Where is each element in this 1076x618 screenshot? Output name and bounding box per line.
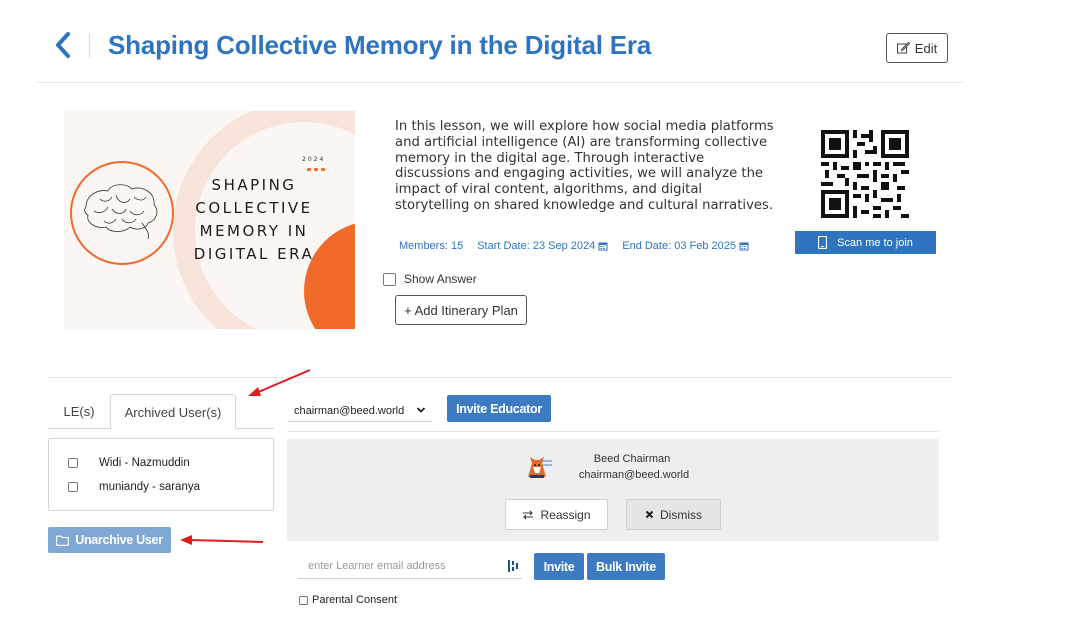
educator-select[interactable]: chairman@beed.world xyxy=(288,400,432,422)
show-answer-toggle[interactable]: Show Answer xyxy=(383,272,477,286)
contact-book-icon[interactable] xyxy=(508,560,518,572)
scan-to-join-button[interactable]: Scan me to join xyxy=(795,231,936,254)
calendar-icon xyxy=(598,242,608,251)
educator-card: Beed Chairman chairman@beed.world Reassi… xyxy=(287,439,939,541)
educator-select-value: chairman@beed.world xyxy=(294,404,405,417)
folder-icon xyxy=(56,535,70,546)
list-item[interactable]: muniandy - saranya xyxy=(68,481,200,493)
bulk-invite-button[interactable]: Bulk Invite xyxy=(587,553,665,580)
user-name: Widi - Nazmuddin xyxy=(99,457,190,469)
avatar xyxy=(528,457,554,478)
lesson-meta: Members: 15 Start Date: 23 Sep 2024 End … xyxy=(399,240,763,252)
cover-line: SHAPING xyxy=(211,176,297,194)
close-icon xyxy=(645,510,654,519)
chevron-down-icon xyxy=(416,407,426,413)
calendar-icon xyxy=(739,242,749,251)
learner-email-placeholder: enter Learner email address xyxy=(308,560,446,572)
members-count: Members: 15 xyxy=(399,240,464,252)
cover-line: MEMORY IN xyxy=(199,222,309,240)
phone-icon xyxy=(818,236,828,249)
list-item[interactable]: Widi - Nazmuddin xyxy=(68,457,190,469)
annotation-arrow-icon xyxy=(180,535,264,545)
cover-title: SHAPING COLLECTIVE MEMORY IN DIGITAL ERA xyxy=(179,174,329,266)
learner-email-input[interactable]: enter Learner email address xyxy=(298,554,522,579)
user-tabs: LE(s) Archived User(s) xyxy=(48,394,274,429)
tab-underline xyxy=(236,428,274,429)
back-button[interactable] xyxy=(52,31,74,59)
tab-archived-users[interactable]: Archived User(s) xyxy=(110,394,236,429)
user-checkbox[interactable] xyxy=(68,482,78,492)
dismiss-button[interactable]: Dismiss xyxy=(626,499,721,530)
cover-year: 2024 xyxy=(302,156,326,163)
user-name: muniandy - saranya xyxy=(99,481,200,493)
reassign-button[interactable]: Reassign xyxy=(505,499,608,530)
end-date: End Date: 03 Feb 2025 xyxy=(622,240,749,252)
header-divider xyxy=(89,34,90,58)
edit-label: Edit xyxy=(914,40,938,56)
cover-line: COLLECTIVE xyxy=(195,199,313,217)
add-itinerary-plan-button[interactable]: + Add Itinerary Plan xyxy=(395,295,527,325)
annotation-arrow-icon xyxy=(248,369,311,396)
reassign-label: Reassign xyxy=(540,507,591,522)
parental-consent-toggle[interactable]: Parental Consent xyxy=(299,594,397,606)
qr-code-icon xyxy=(821,130,909,218)
section-divider xyxy=(48,377,952,378)
page-title: Shaping Collective Memory in the Digital… xyxy=(108,30,652,60)
show-answer-label: Show Answer xyxy=(404,272,477,286)
header-divider-line xyxy=(36,82,964,83)
educator-name: Beed Chairman xyxy=(593,453,671,465)
unarchive-user-button[interactable]: Unarchive User xyxy=(48,527,171,553)
unarchive-label: Unarchive User xyxy=(75,533,163,547)
parental-consent-label: Parental Consent xyxy=(312,594,397,606)
scan-label: Scan me to join xyxy=(837,236,913,249)
user-checkbox[interactable] xyxy=(68,458,78,468)
edit-button[interactable]: Edit xyxy=(886,33,948,63)
start-date: Start Date: 23 Sep 2024 xyxy=(477,240,608,252)
parental-consent-checkbox[interactable] xyxy=(299,595,308,605)
dismiss-label: Dismiss xyxy=(660,507,702,522)
archived-user-list: Widi - Nazmuddin muniandy - saranya xyxy=(48,438,274,511)
cover-line: DIGITAL ERA xyxy=(193,245,315,263)
exchange-icon xyxy=(523,510,534,519)
edit-icon xyxy=(896,42,910,54)
show-answer-checkbox[interactable] xyxy=(383,272,396,286)
tab-le[interactable]: LE(s) xyxy=(48,394,110,429)
invite-button[interactable]: Invite xyxy=(534,553,584,580)
chevron-left-icon xyxy=(56,32,70,58)
lesson-description: In this lesson, we will explore how soci… xyxy=(395,119,774,213)
educator-email: chairman@beed.world xyxy=(578,469,690,481)
panel-divider xyxy=(287,431,939,432)
invite-educator-button[interactable]: Invite Educator xyxy=(447,395,551,422)
lesson-cover-image: 2024 SHAPING COLLECTIVE MEMORY IN DIGITA… xyxy=(64,111,355,329)
